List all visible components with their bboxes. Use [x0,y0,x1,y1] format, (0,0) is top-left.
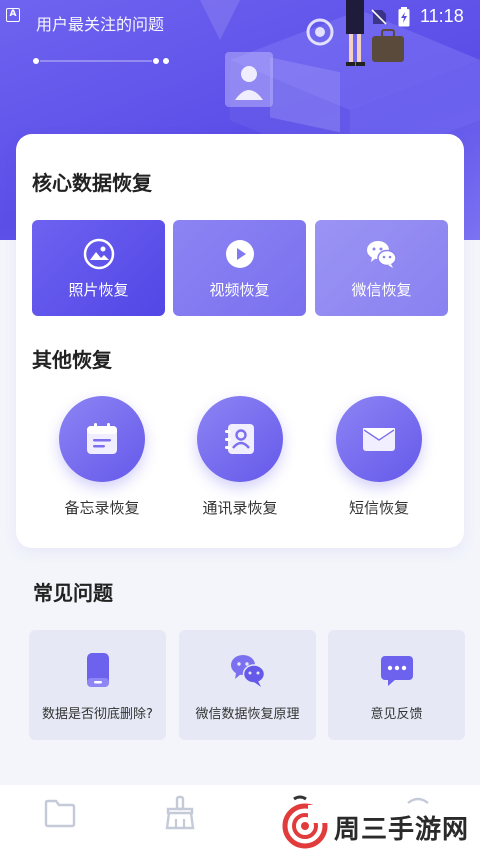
faq-data-deleted-label: 数据是否彻底删除? [42,707,153,722]
watermark-text: 周三手游网 [334,815,470,845]
faq-data-deleted-button[interactable]: 数据是否彻底删除? [29,630,166,740]
memo-icon-circle [59,396,145,482]
core-section-title: 核心数据恢复 [32,171,152,195]
video-recovery-label: 视频恢复 [209,281,270,299]
site-watermark: 周三手游网 [282,803,480,849]
no-sim-icon [371,9,387,25]
wechat-icon [366,241,397,268]
feedback-button[interactable]: 意见反馈 [328,630,465,740]
app-notification-icon: A [6,8,20,22]
contacts-recovery-button[interactable]: 通讯录恢复 [175,396,305,518]
broom-icon[interactable] [162,795,198,831]
contacts-icon-circle [197,396,283,482]
envelope-icon [363,428,395,451]
folder-icon[interactable] [42,795,78,831]
faq-wechat-principle-button[interactable]: 微信数据恢复原理 [179,630,316,740]
photo-recovery-button[interactable]: 照片恢复 [32,220,165,316]
faq-grid: 数据是否彻底删除? 微信数据恢复原理 意见反馈 [29,630,465,740]
battery-charging-icon [398,7,410,27]
phone-icon [86,653,109,687]
hero-subtitle: 用户最关注的问题 [36,15,165,34]
sms-recovery-button[interactable]: 短信恢复 [314,396,444,518]
recovery-card: 核心数据恢复 照片恢复 视频恢复 微信恢复 其他恢复 备忘录恢复 通讯录恢复 短… [16,134,464,548]
faq-section-title: 常见问题 [33,581,113,605]
other-section-title: 其他恢复 [32,348,112,372]
core-recovery-grid: 照片恢复 视频恢复 微信恢复 [32,220,448,316]
contacts-recovery-label: 通讯录恢复 [202,499,278,517]
other-recovery-grid: 备忘录恢复 通讯录恢复 短信恢复 [16,396,464,526]
contacts-icon [225,424,254,454]
faq-wechat-principle-label: 微信数据恢复原理 [195,707,300,722]
wechat-recovery-button[interactable]: 微信恢复 [315,220,448,316]
feedback-label: 意见反馈 [370,707,423,722]
carousel-indicator [33,58,169,64]
memo-icon [87,423,117,454]
wechat-icon [230,655,265,687]
sms-recovery-label: 短信恢复 [348,499,409,517]
chat-bubble-icon [380,656,413,686]
memo-recovery-label: 备忘录恢复 [64,499,140,517]
memo-recovery-button[interactable]: 备忘录恢复 [37,396,167,518]
sms-icon-circle [336,396,422,482]
video-recovery-button[interactable]: 视频恢复 [173,220,306,316]
watermark-logo-icon [282,803,328,849]
wechat-recovery-label: 微信恢复 [351,281,412,299]
video-play-icon [225,240,254,268]
photo-icon [83,238,114,270]
photo-recovery-label: 照片恢复 [68,281,129,299]
status-time: 11:18 [420,6,464,26]
